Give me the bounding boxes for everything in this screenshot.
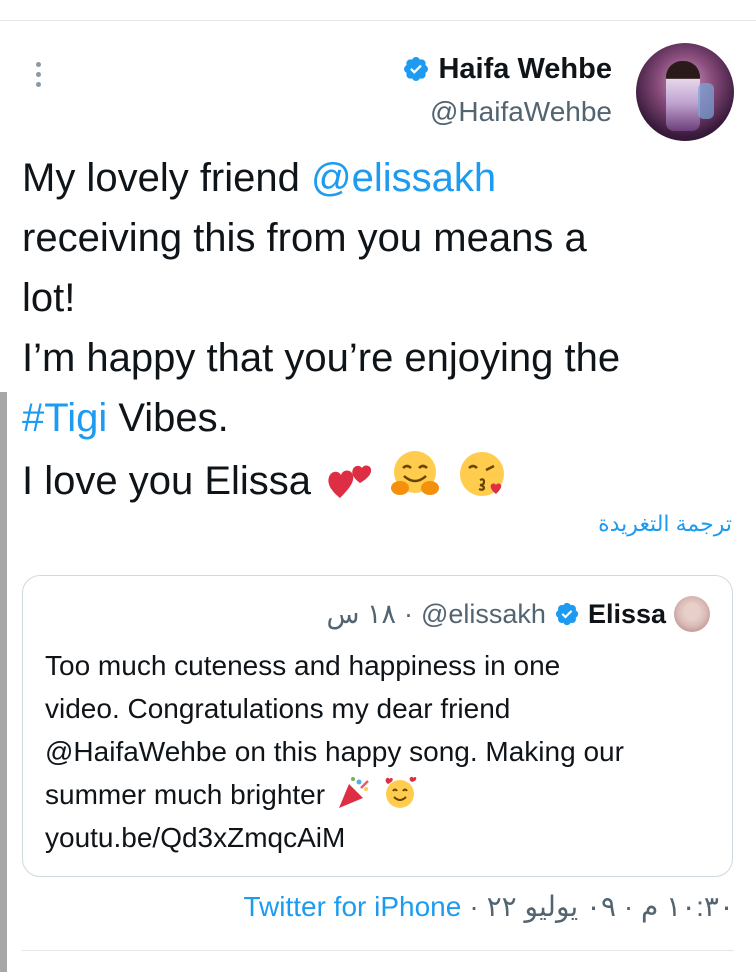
author-handle: @HaifaWehbe (430, 96, 612, 127)
quote-header: ١٨ س · @elissakh Elissa (326, 594, 710, 634)
left-thread-bar (0, 392, 7, 972)
tweet-line: lot! (22, 276, 76, 320)
tweet-line: I love you Elissa (22, 448, 742, 511)
quote-text: Too much cuteness and happiness in one v… (45, 644, 725, 859)
quote-avatar (674, 596, 710, 632)
face-blowing-kiss-icon (460, 452, 505, 496)
mention-link[interactable]: @elissakh (311, 156, 496, 200)
author-header[interactable]: Haifa Wehbe @HaifaWehbe (402, 50, 612, 132)
tweet-timestamp[interactable]: ١٠:٣٠ م · ٠٩ يوليو ٢٢ (487, 887, 734, 927)
quote-time: ١٨ س (326, 599, 396, 629)
quote-handle: @elissakh (420, 599, 546, 629)
tweet-line: I’m happy that you’re enjoying the (22, 336, 621, 380)
author-avatar[interactable] (636, 43, 734, 141)
tweet-text: My lovely friend @elissakh receiving thi… (22, 148, 742, 511)
hashtag-link[interactable]: #Tigi (22, 396, 107, 440)
party-popper-icon (338, 777, 369, 808)
tweet-line: receiving this from you means a (22, 216, 587, 260)
author-name: Haifa Wehbe (438, 53, 612, 85)
author-name-row: Haifa Wehbe (402, 50, 612, 88)
tweet-line: My lovely friend @elissakh (22, 156, 497, 200)
two-hearts-icon (328, 465, 372, 498)
tweet-detail-page: Haifa Wehbe @HaifaWehbe My lovely friend… (0, 0, 756, 972)
top-divider (0, 20, 756, 21)
quote-line: Too much cuteness and happiness in one (45, 650, 561, 681)
translate-tweet-link[interactable]: ترجمة التغريدة (598, 511, 732, 537)
verified-icon (404, 57, 429, 81)
verified-icon (555, 602, 579, 626)
more-icon[interactable] (27, 56, 49, 92)
separator-dot: · (469, 891, 479, 922)
quoted-tweet-card[interactable]: ١٨ س · @elissakh Elissa Too much cutenes… (22, 575, 733, 877)
tweet-line: #Tigi Vibes. (22, 396, 229, 440)
separator-dot: · (403, 599, 413, 629)
quote-link-line[interactable]: youtu.be/Qd3xZmqcAiM (45, 816, 725, 859)
quote-line: @HaifaWehbe on this happy song. Making o… (45, 736, 624, 767)
source-link[interactable]: Twitter for iPhone (243, 887, 461, 927)
hugging-face-icon (391, 451, 440, 495)
tweet-meta: Twitter for iPhone · ١٠:٣٠ م · ٠٩ يوليو … (243, 887, 734, 927)
bottom-divider (22, 950, 734, 951)
quote-line: summer much brighter (45, 773, 725, 816)
quote-author-name: Elissa (587, 599, 666, 629)
quote-line: video. Congratulations my dear friend (45, 693, 511, 724)
smiling-face-with-hearts-icon (385, 776, 416, 808)
